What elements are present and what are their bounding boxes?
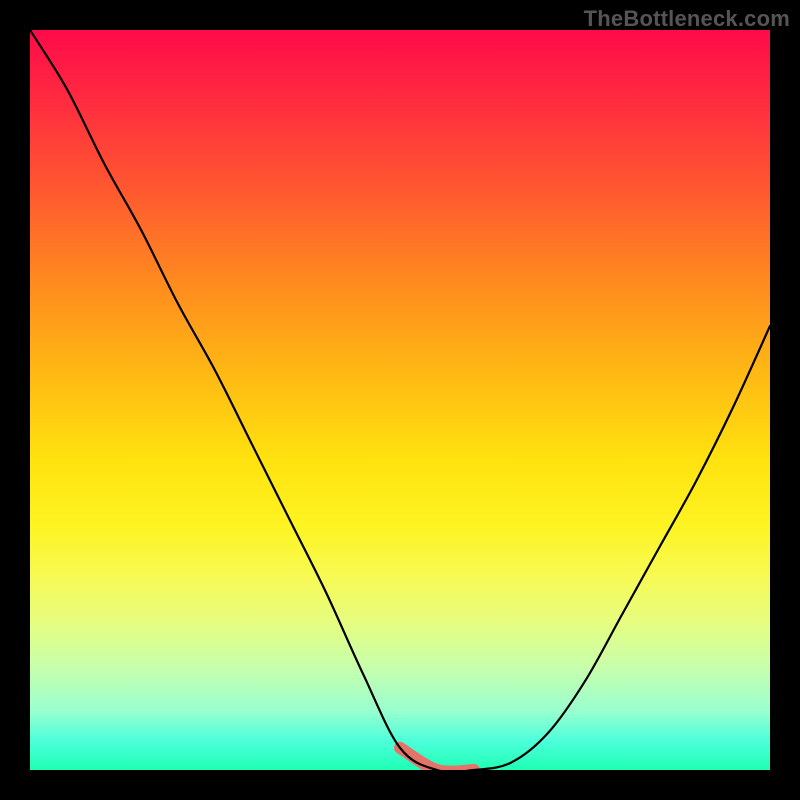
chart-frame: TheBottleneck.com: [0, 0, 800, 800]
plot-area: [30, 30, 770, 770]
watermark-text: TheBottleneck.com: [584, 6, 790, 32]
curve-layer: [30, 30, 770, 770]
mismatch-curve: [30, 30, 770, 770]
